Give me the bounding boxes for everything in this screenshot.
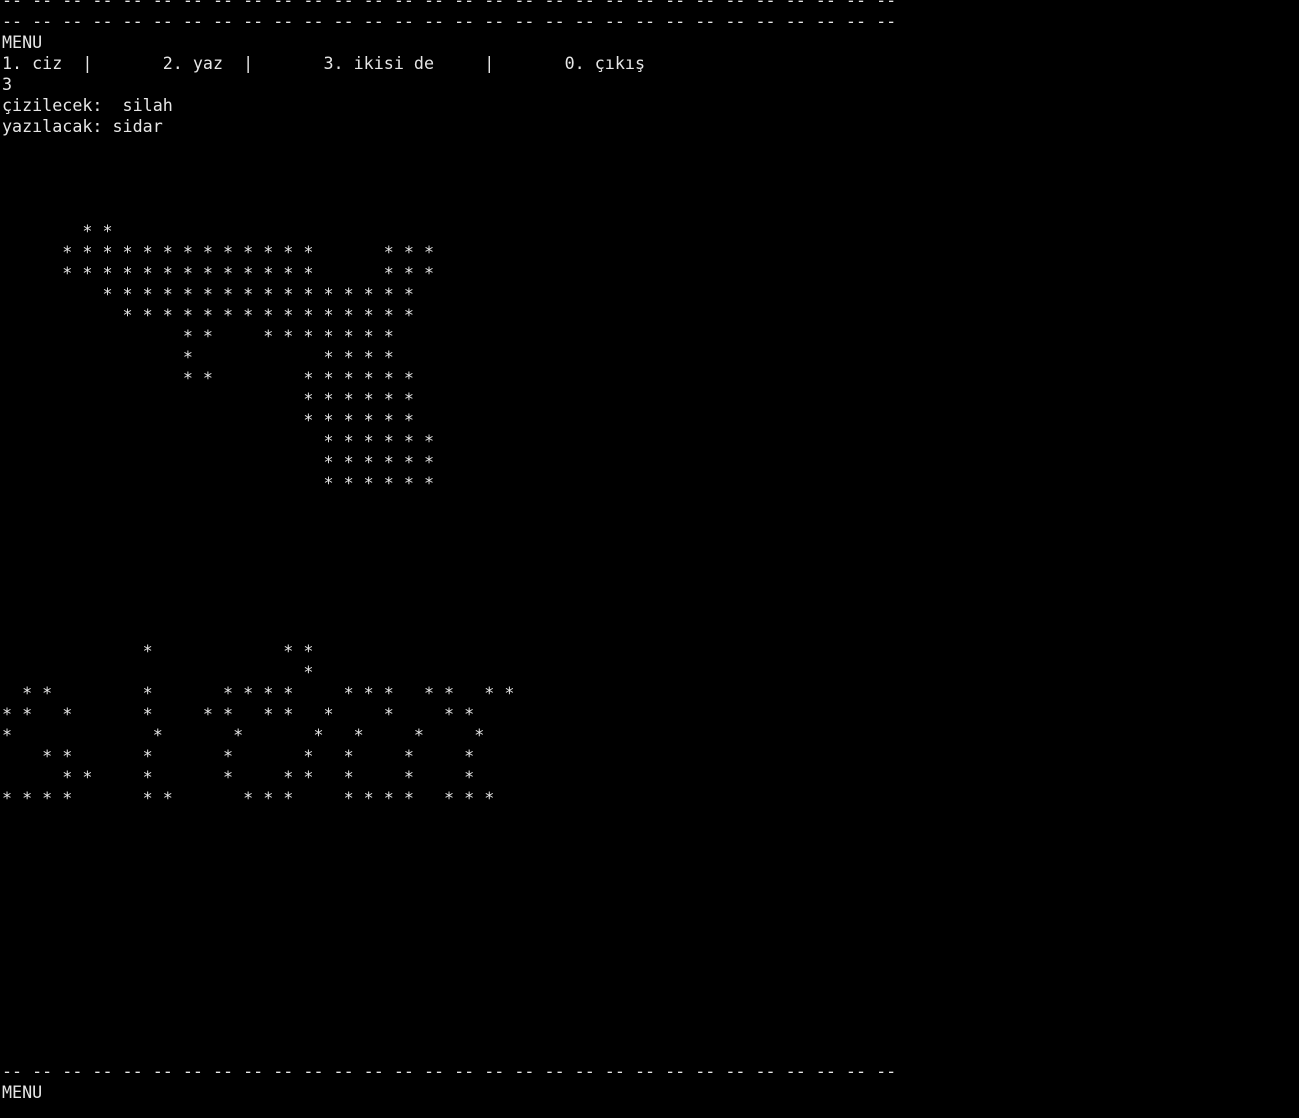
- terminal-line: * * * * * * * * * * * *: [2, 703, 475, 724]
- terminal-line: 3: [2, 73, 13, 94]
- terminal-line: * * * * * * * *: [2, 745, 475, 766]
- terminal-line: çizilecek: silah: [2, 94, 173, 115]
- terminal-line: * *: [2, 220, 113, 241]
- terminal-line: yazılacak: sidar: [2, 115, 163, 136]
- terminal-line: * * * * * * * * * * * * * * * *: [2, 241, 435, 262]
- terminal-line: MENU: [2, 1081, 43, 1102]
- terminal-line: * * * * * * * * *: [2, 325, 394, 346]
- terminal-line: * * * * * * * * * * * * * * *: [2, 304, 414, 325]
- terminal-line: MENU: [2, 31, 43, 52]
- terminal-line: 1. ciz | 2. yaz | 3. ikisi de | 0. çıkış: [2, 52, 645, 73]
- terminal-line: -- -- -- -- -- -- -- -- -- -- -- -- -- -…: [2, 10, 897, 31]
- terminal-line: * * *: [2, 640, 314, 661]
- terminal-line: * * * * * * * * * * * * * * * *: [2, 262, 435, 283]
- terminal-line: * * * * *: [2, 346, 394, 367]
- terminal-line: * * * * * * * * * * * * * * * *: [2, 787, 495, 808]
- terminal-line: *: [2, 661, 314, 682]
- terminal-line: * * * * * *: [2, 472, 435, 493]
- terminal-line: * * * * * * * * * * * * * *: [2, 682, 515, 703]
- terminal-line: * * * * * * * * * * * * * * * *: [2, 283, 414, 304]
- terminal-line: * * * * * *: [2, 430, 435, 451]
- terminal-line: -- -- -- -- -- -- -- -- -- -- -- -- -- -…: [2, 0, 896, 11]
- terminal-window[interactable]: -- -- -- -- -- -- -- -- -- -- -- -- -- -…: [0, 0, 1299, 1118]
- terminal-line: -- -- -- -- -- -- -- -- -- -- -- -- -- -…: [2, 1060, 897, 1081]
- terminal-line: * * * * * *: [2, 388, 414, 409]
- terminal-line: * * * * * * * *: [2, 367, 414, 388]
- terminal-line: * * * * * * *: [2, 724, 485, 745]
- terminal-line: * * * * * *: [2, 451, 435, 472]
- terminal-line: * * * * * * * * *: [2, 766, 475, 787]
- terminal-line: * * * * * *: [2, 409, 414, 430]
